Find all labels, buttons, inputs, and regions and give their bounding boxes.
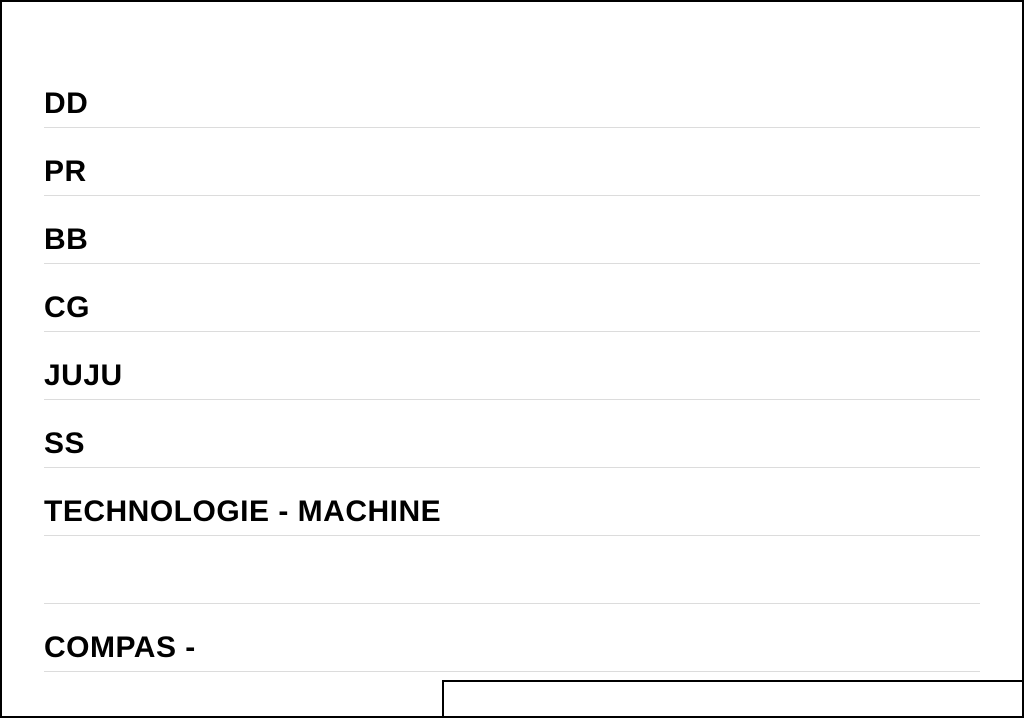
row-label: PR [44,155,87,189]
row-label: DD [44,87,88,121]
list-row: JUJU [44,332,980,400]
row-label: TECHNOLOGIE - MACHINE [44,495,441,529]
page-frame: DD PR BB CG JUJU SS TECHNOLOGIE - MACHIN… [0,0,1024,718]
list-row: TECHNOLOGIE - MACHINE [44,468,980,536]
row-label: CG [44,291,90,325]
list-row: DD [44,60,980,128]
row-label: SS [44,427,85,461]
list-row: COMPAS - [44,604,980,672]
list-row: PR [44,128,980,196]
row-label: COMPAS - [44,631,196,665]
list-row: CG [44,264,980,332]
row-label: JUJU [44,359,123,393]
list-row: BB [44,196,980,264]
list-row: SS [44,400,980,468]
footer-box [442,680,1022,716]
list-row-empty [44,536,980,604]
row-label: BB [44,223,88,257]
content-area: DD PR BB CG JUJU SS TECHNOLOGIE - MACHIN… [2,2,1022,672]
